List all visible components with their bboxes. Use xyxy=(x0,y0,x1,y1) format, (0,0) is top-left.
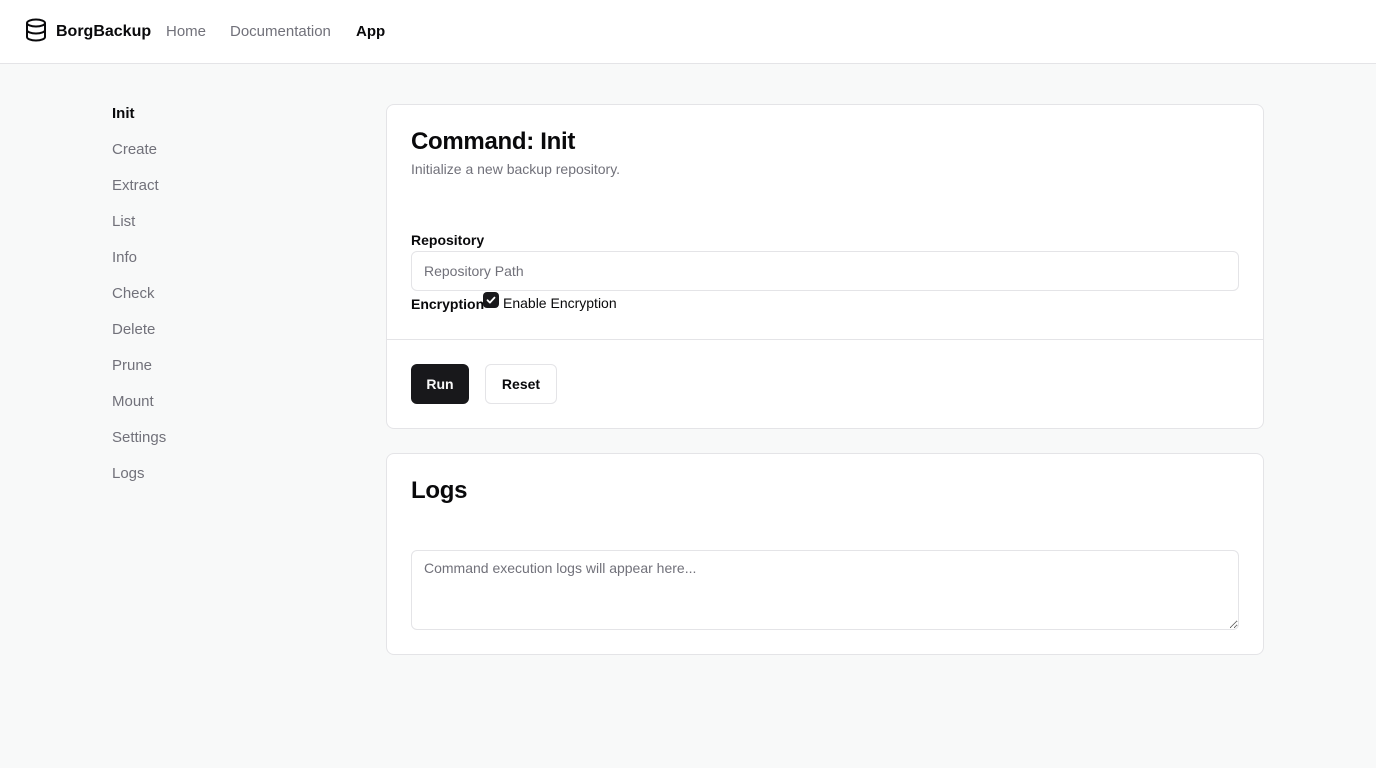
logs-card: Logs xyxy=(386,453,1264,655)
repository-label: Repository xyxy=(411,232,485,248)
nav-link-documentation[interactable]: Documentation xyxy=(230,23,331,40)
sidebar-item-create[interactable]: Create xyxy=(112,141,157,158)
repository-input[interactable] xyxy=(411,251,1239,291)
sidebar-item-mount[interactable]: Mount xyxy=(112,393,154,410)
card-divider xyxy=(387,339,1263,340)
brand[interactable]: BorgBackup xyxy=(25,18,151,47)
logs-title: Logs xyxy=(411,477,468,504)
command-description: Initialize a new backup repository. xyxy=(411,161,621,177)
brand-name: BorgBackup xyxy=(56,23,152,40)
sidebar-item-extract[interactable]: Extract xyxy=(112,177,159,194)
command-title: Command: Init xyxy=(411,128,576,155)
database-icon xyxy=(25,18,47,47)
run-button[interactable]: Run xyxy=(411,364,469,404)
nav-link-home[interactable]: Home xyxy=(166,23,206,40)
sidebar-item-logs[interactable]: Logs xyxy=(112,465,145,482)
check-icon xyxy=(486,296,496,304)
nav-link-app[interactable]: App xyxy=(356,23,385,40)
sidebar-item-prune[interactable]: Prune xyxy=(112,357,152,374)
top-header: BorgBackup Home Documentation App xyxy=(0,0,1376,64)
sidebar-item-delete[interactable]: Delete xyxy=(112,321,155,338)
reset-button[interactable]: Reset xyxy=(485,364,557,404)
sidebar-item-check[interactable]: Check xyxy=(112,285,155,302)
sidebar-item-info[interactable]: Info xyxy=(112,249,137,266)
encryption-label: Encryption xyxy=(411,296,485,312)
sidebar-item-init[interactable]: Init xyxy=(112,105,135,122)
encryption-checkbox[interactable] xyxy=(483,292,499,308)
logs-textarea[interactable] xyxy=(411,550,1239,630)
command-card: Command: Init Initialize a new backup re… xyxy=(386,104,1264,429)
enable-encryption-label[interactable]: Enable Encryption xyxy=(503,295,617,311)
sidebar-item-settings[interactable]: Settings xyxy=(112,429,166,446)
sidebar-item-list[interactable]: List xyxy=(112,213,135,230)
